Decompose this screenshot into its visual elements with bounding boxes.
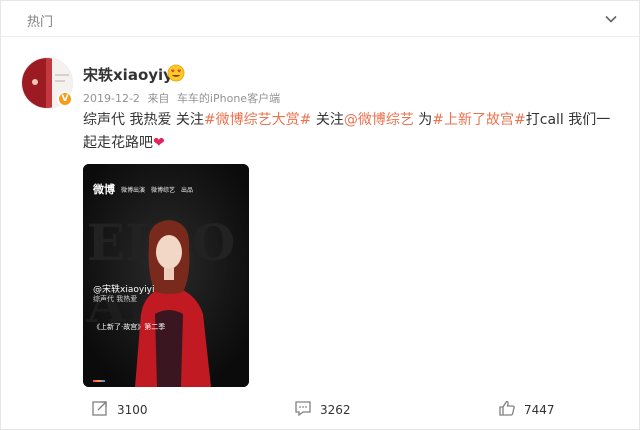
content-text: 综声代 我热爱 关注: [83, 112, 204, 128]
chevron-down-icon[interactable]: [603, 11, 619, 27]
weibo-logo-text: 微博: [93, 183, 115, 196]
repost-icon: [91, 399, 109, 421]
partner-label: 出品: [181, 186, 194, 194]
verified-badge-icon: V: [57, 91, 73, 107]
mention-link[interactable]: @微博综艺: [344, 112, 414, 128]
comment-icon: [294, 399, 312, 421]
heart-eyes-emoji-icon: [167, 64, 185, 82]
media-color-bar: [93, 380, 105, 382]
hashtag-link[interactable]: #微博综艺大赏#: [204, 112, 311, 128]
like-count: 7447: [524, 403, 555, 417]
post-content: 综声代 我热爱 关注#微博综艺大赏# 关注@微博综艺 为#上新了故宫#打call…: [83, 109, 623, 155]
hashtag-link[interactable]: #上新了故宫#: [432, 112, 525, 128]
section-header: 热门: [1, 1, 639, 37]
red-heart-emoji-icon: ❤: [153, 135, 165, 151]
content-text: 关注: [315, 112, 344, 128]
media-overlay-sub: 综声代 我热爱: [93, 295, 138, 303]
partner-label: 微博综艺: [151, 186, 176, 194]
partner-label: 微博出演: [121, 186, 146, 194]
post-actions: 3100 3262 7447: [1, 393, 640, 423]
section-title: 热门: [27, 15, 54, 30]
post-image[interactable]: EIBO AR 微博 微博出演 微博综艺 出品 @宋轶xiaoyiyi 综声代 …: [83, 164, 249, 387]
post-source-link[interactable]: 车车的iPhone客户端: [177, 92, 280, 105]
thumbs-up-icon: [498, 399, 516, 421]
repost-count: 3100: [117, 403, 148, 417]
repost-button[interactable]: 3100: [91, 399, 148, 421]
username-link[interactable]: 宋轶xiaoyiyi: [83, 64, 178, 85]
media-show-title: 《上新了·故宫》第二季: [93, 323, 166, 331]
comment-count: 3262: [320, 403, 351, 417]
weibo-post-card: 热门 V 宋轶xiaoyiyi 2019-12-2 来自 车车的iPhone客户…: [0, 0, 640, 430]
post-date[interactable]: 2019-12-2: [83, 92, 140, 105]
like-button[interactable]: 7447: [498, 399, 555, 421]
content-text: 为: [418, 112, 433, 128]
comment-button[interactable]: 3262: [294, 399, 351, 421]
source-prefix: 来自: [147, 92, 170, 105]
post-meta: 2019-12-2 来自 车车的iPhone客户端: [83, 90, 280, 106]
media-logo-row: 微博 微博出演 微博综艺 出品: [93, 181, 193, 197]
